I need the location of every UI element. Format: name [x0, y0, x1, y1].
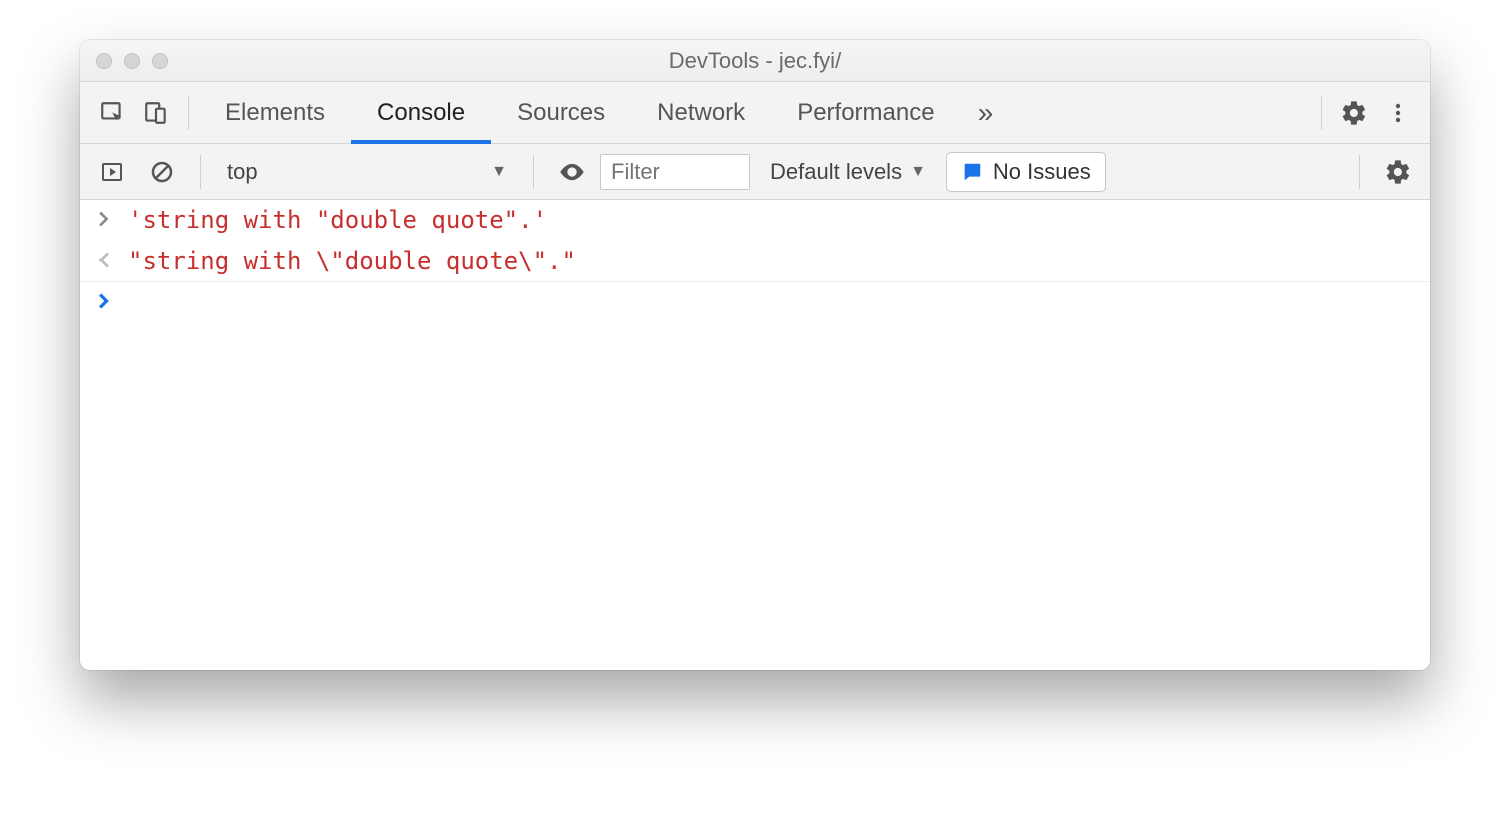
clear-console-icon[interactable]	[140, 150, 184, 194]
tab-label: Console	[377, 99, 465, 127]
settings-gear-icon[interactable]	[1332, 91, 1376, 135]
chevron-down-icon: ▼	[491, 163, 507, 181]
tab-network[interactable]: Network	[631, 82, 771, 143]
console-input-echo-row: 'string with "double quote".'	[80, 200, 1430, 241]
console-input-text: 'string with "double quote".'	[128, 206, 547, 234]
tab-label: Network	[657, 99, 745, 127]
traffic-lights	[96, 53, 168, 69]
minimize-traffic-dot[interactable]	[124, 53, 140, 69]
separator	[188, 96, 189, 130]
issues-icon	[961, 161, 983, 183]
output-chevron-icon	[94, 247, 114, 269]
tab-label: Performance	[797, 99, 934, 127]
console-settings-gear-icon[interactable]	[1376, 150, 1420, 194]
context-label: top	[227, 159, 258, 185]
toggle-sidebar-icon[interactable]	[90, 150, 134, 194]
window-titlebar: DevTools - jec.fyi/	[80, 40, 1430, 82]
inspect-element-icon[interactable]	[90, 91, 134, 135]
tab-sources[interactable]: Sources	[491, 82, 631, 143]
tab-elements[interactable]: Elements	[199, 82, 351, 143]
issues-label: No Issues	[993, 159, 1091, 185]
more-tabs-button[interactable]: »	[961, 91, 1011, 135]
zoom-traffic-dot[interactable]	[152, 53, 168, 69]
more-glyph: »	[978, 97, 994, 129]
kebab-menu-icon[interactable]	[1376, 91, 1420, 135]
tab-label: Elements	[225, 99, 325, 127]
console-result-row: "string with \"double quote\"."	[80, 241, 1430, 282]
tabs-container: Elements Console Sources Network Perform…	[199, 82, 961, 143]
levels-label: Default levels	[770, 159, 902, 185]
prompt-chevron-icon	[94, 288, 114, 310]
separator	[533, 155, 534, 189]
tab-performance[interactable]: Performance	[771, 82, 960, 143]
window-title: DevTools - jec.fyi/	[80, 48, 1430, 74]
live-expression-eye-icon[interactable]	[550, 150, 594, 194]
tab-label: Sources	[517, 99, 605, 127]
separator	[1359, 155, 1360, 189]
console-result-text: "string with \"double quote\"."	[128, 247, 576, 275]
console-toolbar: top ▼ Default levels ▼ No Issues	[80, 144, 1430, 200]
chevron-down-icon: ▼	[910, 163, 926, 181]
devtools-window: DevTools - jec.fyi/ Elements Console Sou…	[80, 40, 1430, 670]
tab-console[interactable]: Console	[351, 82, 491, 143]
console-prompt-input[interactable]	[128, 288, 1416, 318]
separator	[1321, 96, 1322, 130]
context-selector[interactable]: top ▼	[217, 159, 517, 185]
device-toolbar-icon[interactable]	[134, 91, 178, 135]
filter-input[interactable]	[600, 154, 750, 190]
input-chevron-icon	[94, 206, 114, 228]
log-levels-selector[interactable]: Default levels ▼	[756, 159, 940, 185]
console-prompt-row[interactable]	[80, 282, 1430, 325]
console-output: 'string with "double quote".' "string wi…	[80, 200, 1430, 670]
close-traffic-dot[interactable]	[96, 53, 112, 69]
separator	[200, 155, 201, 189]
issues-button[interactable]: No Issues	[946, 152, 1106, 192]
main-tabs-bar: Elements Console Sources Network Perform…	[80, 82, 1430, 144]
